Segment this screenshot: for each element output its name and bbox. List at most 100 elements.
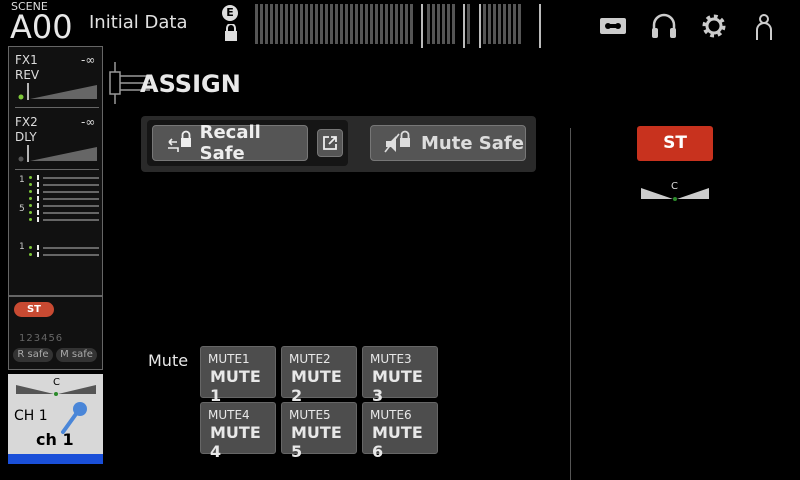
mix-label-1: 1 xyxy=(19,175,25,185)
fx1-send-fader[interactable] xyxy=(15,81,99,101)
meter-bar xyxy=(442,4,445,44)
mix-label-5: 5 xyxy=(19,204,25,214)
mix-send-row xyxy=(29,210,99,215)
st-assign-button[interactable]: ST xyxy=(637,126,713,161)
mix-numbers: 123456 xyxy=(19,333,64,344)
meter-bar xyxy=(275,4,278,44)
meter-bar xyxy=(503,4,506,44)
mute-group-5-button[interactable]: MUTE5 MUTE 5 xyxy=(281,402,357,461)
meter-bar xyxy=(335,4,338,44)
scene-number[interactable]: A00 xyxy=(10,8,73,46)
fx2-level: -∞ xyxy=(81,115,96,129)
meter-bar xyxy=(260,4,263,44)
fx2-type: DLY xyxy=(15,130,37,144)
meter-bar xyxy=(437,4,440,44)
meter-bar xyxy=(513,4,516,44)
meter-bar xyxy=(320,4,323,44)
scene-title[interactable]: Initial Data xyxy=(89,12,188,33)
headphones-icon[interactable] xyxy=(648,10,680,42)
meter-bar xyxy=(432,4,435,44)
st-pan-indicator xyxy=(641,188,709,201)
channel-strip-overview: FX1 REV -∞ FX2 DLY -∞ 1 5 1 xyxy=(8,46,103,296)
recall-safe-button[interactable]: Recall Safe xyxy=(152,122,308,164)
page-title: ASSIGN xyxy=(140,70,241,98)
mix-send-row xyxy=(29,217,99,222)
mix-send-row xyxy=(29,196,99,201)
st-pill[interactable]: ST xyxy=(14,302,54,317)
meter-bar xyxy=(315,4,318,44)
meter-bar xyxy=(483,4,486,44)
meter-bar xyxy=(508,4,511,44)
mix-send-row xyxy=(29,245,99,250)
mute-safe-icon xyxy=(384,130,410,153)
mute-group-1-button[interactable]: MUTE1 MUTE 1 xyxy=(200,346,276,405)
meter-bar xyxy=(310,4,313,44)
meter-separator xyxy=(463,4,465,48)
meter-bar xyxy=(370,4,373,44)
meter-bar xyxy=(330,4,333,44)
meter-bar xyxy=(452,4,455,44)
meter-bar xyxy=(270,4,273,44)
mix-send-row xyxy=(29,203,99,208)
meter-bar xyxy=(427,4,430,44)
mix-send-row xyxy=(29,189,99,194)
mix-send-row xyxy=(29,182,99,187)
gear-icon[interactable] xyxy=(698,10,730,42)
meter-bar xyxy=(400,4,403,44)
meter-bar xyxy=(290,4,293,44)
meter-bar xyxy=(265,4,268,44)
meter-bar xyxy=(467,4,470,44)
external-link-icon xyxy=(323,136,337,150)
channel-pan-indicator xyxy=(16,385,96,396)
meter-bar xyxy=(385,4,388,44)
recorder-icon[interactable] xyxy=(597,10,629,42)
mute-section-label: Mute xyxy=(148,351,189,370)
recall-safe-label: Recall Safe xyxy=(199,122,261,164)
meter-bar xyxy=(493,4,496,44)
mute-safe-indicator: M safe xyxy=(56,348,97,362)
mix-send-row xyxy=(29,252,99,257)
meter-bar xyxy=(365,4,368,44)
safe-panel: Recall Safe Mute Safe xyxy=(141,116,536,172)
mute-group-2-button[interactable]: MUTE2 MUTE 2 xyxy=(281,346,357,405)
meter-bar xyxy=(380,4,383,44)
selected-channel[interactable]: C CH 1 ch 1 xyxy=(8,374,103,464)
recall-safe-icon xyxy=(168,130,191,152)
meter-separator xyxy=(421,4,423,48)
meter-bar xyxy=(300,4,303,44)
meter-bar xyxy=(390,4,393,44)
fx1-level: -∞ xyxy=(81,53,96,67)
meter-bar xyxy=(340,4,343,44)
meter-bar xyxy=(280,4,283,44)
mute-group-6-button[interactable]: MUTE6 MUTE 6 xyxy=(362,402,438,461)
meter-bar xyxy=(325,4,328,44)
fx2-name: FX2 xyxy=(15,115,38,129)
panel-divider xyxy=(570,128,571,480)
meter-bar xyxy=(345,4,348,44)
meter-bar xyxy=(355,4,358,44)
mute-group-3-button[interactable]: MUTE3 MUTE 3 xyxy=(362,346,438,405)
meter-bar xyxy=(295,4,298,44)
meter-separator xyxy=(539,4,541,48)
meter-bar xyxy=(255,4,258,44)
meter-bar xyxy=(350,4,353,44)
recall-safe-popup-button[interactable] xyxy=(317,129,343,157)
stereo-safe-box: ST 123456 R safe M safe xyxy=(8,296,103,370)
meter-bar xyxy=(285,4,288,44)
channel-color-bar xyxy=(8,454,103,464)
meter-bar xyxy=(375,4,378,44)
mute-group-4-button[interactable]: MUTE4 MUTE 4 xyxy=(200,402,276,461)
edit-badge: E xyxy=(222,5,238,21)
meter-bar xyxy=(360,4,363,44)
lock-icon[interactable] xyxy=(223,24,239,42)
mute-safe-button[interactable]: Mute Safe xyxy=(370,125,526,161)
meter-bar xyxy=(395,4,398,44)
mix-send-row xyxy=(29,175,99,180)
user-icon[interactable] xyxy=(748,10,780,42)
meter-separator xyxy=(479,4,481,48)
mix-label-1b: 1 xyxy=(19,242,25,252)
meter-bar xyxy=(498,4,501,44)
fx2-send-fader[interactable] xyxy=(15,143,99,163)
meter-bar xyxy=(488,4,491,44)
channel-label: ch 1 xyxy=(36,430,74,449)
